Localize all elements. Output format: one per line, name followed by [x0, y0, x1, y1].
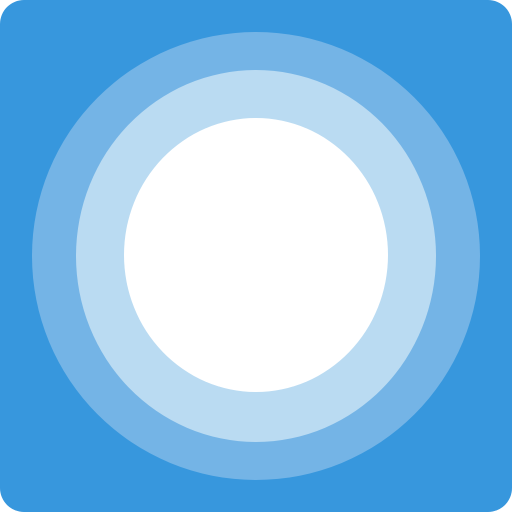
cortana-app-icon[interactable] — [0, 0, 512, 512]
inner-circle-icon — [124, 118, 388, 392]
